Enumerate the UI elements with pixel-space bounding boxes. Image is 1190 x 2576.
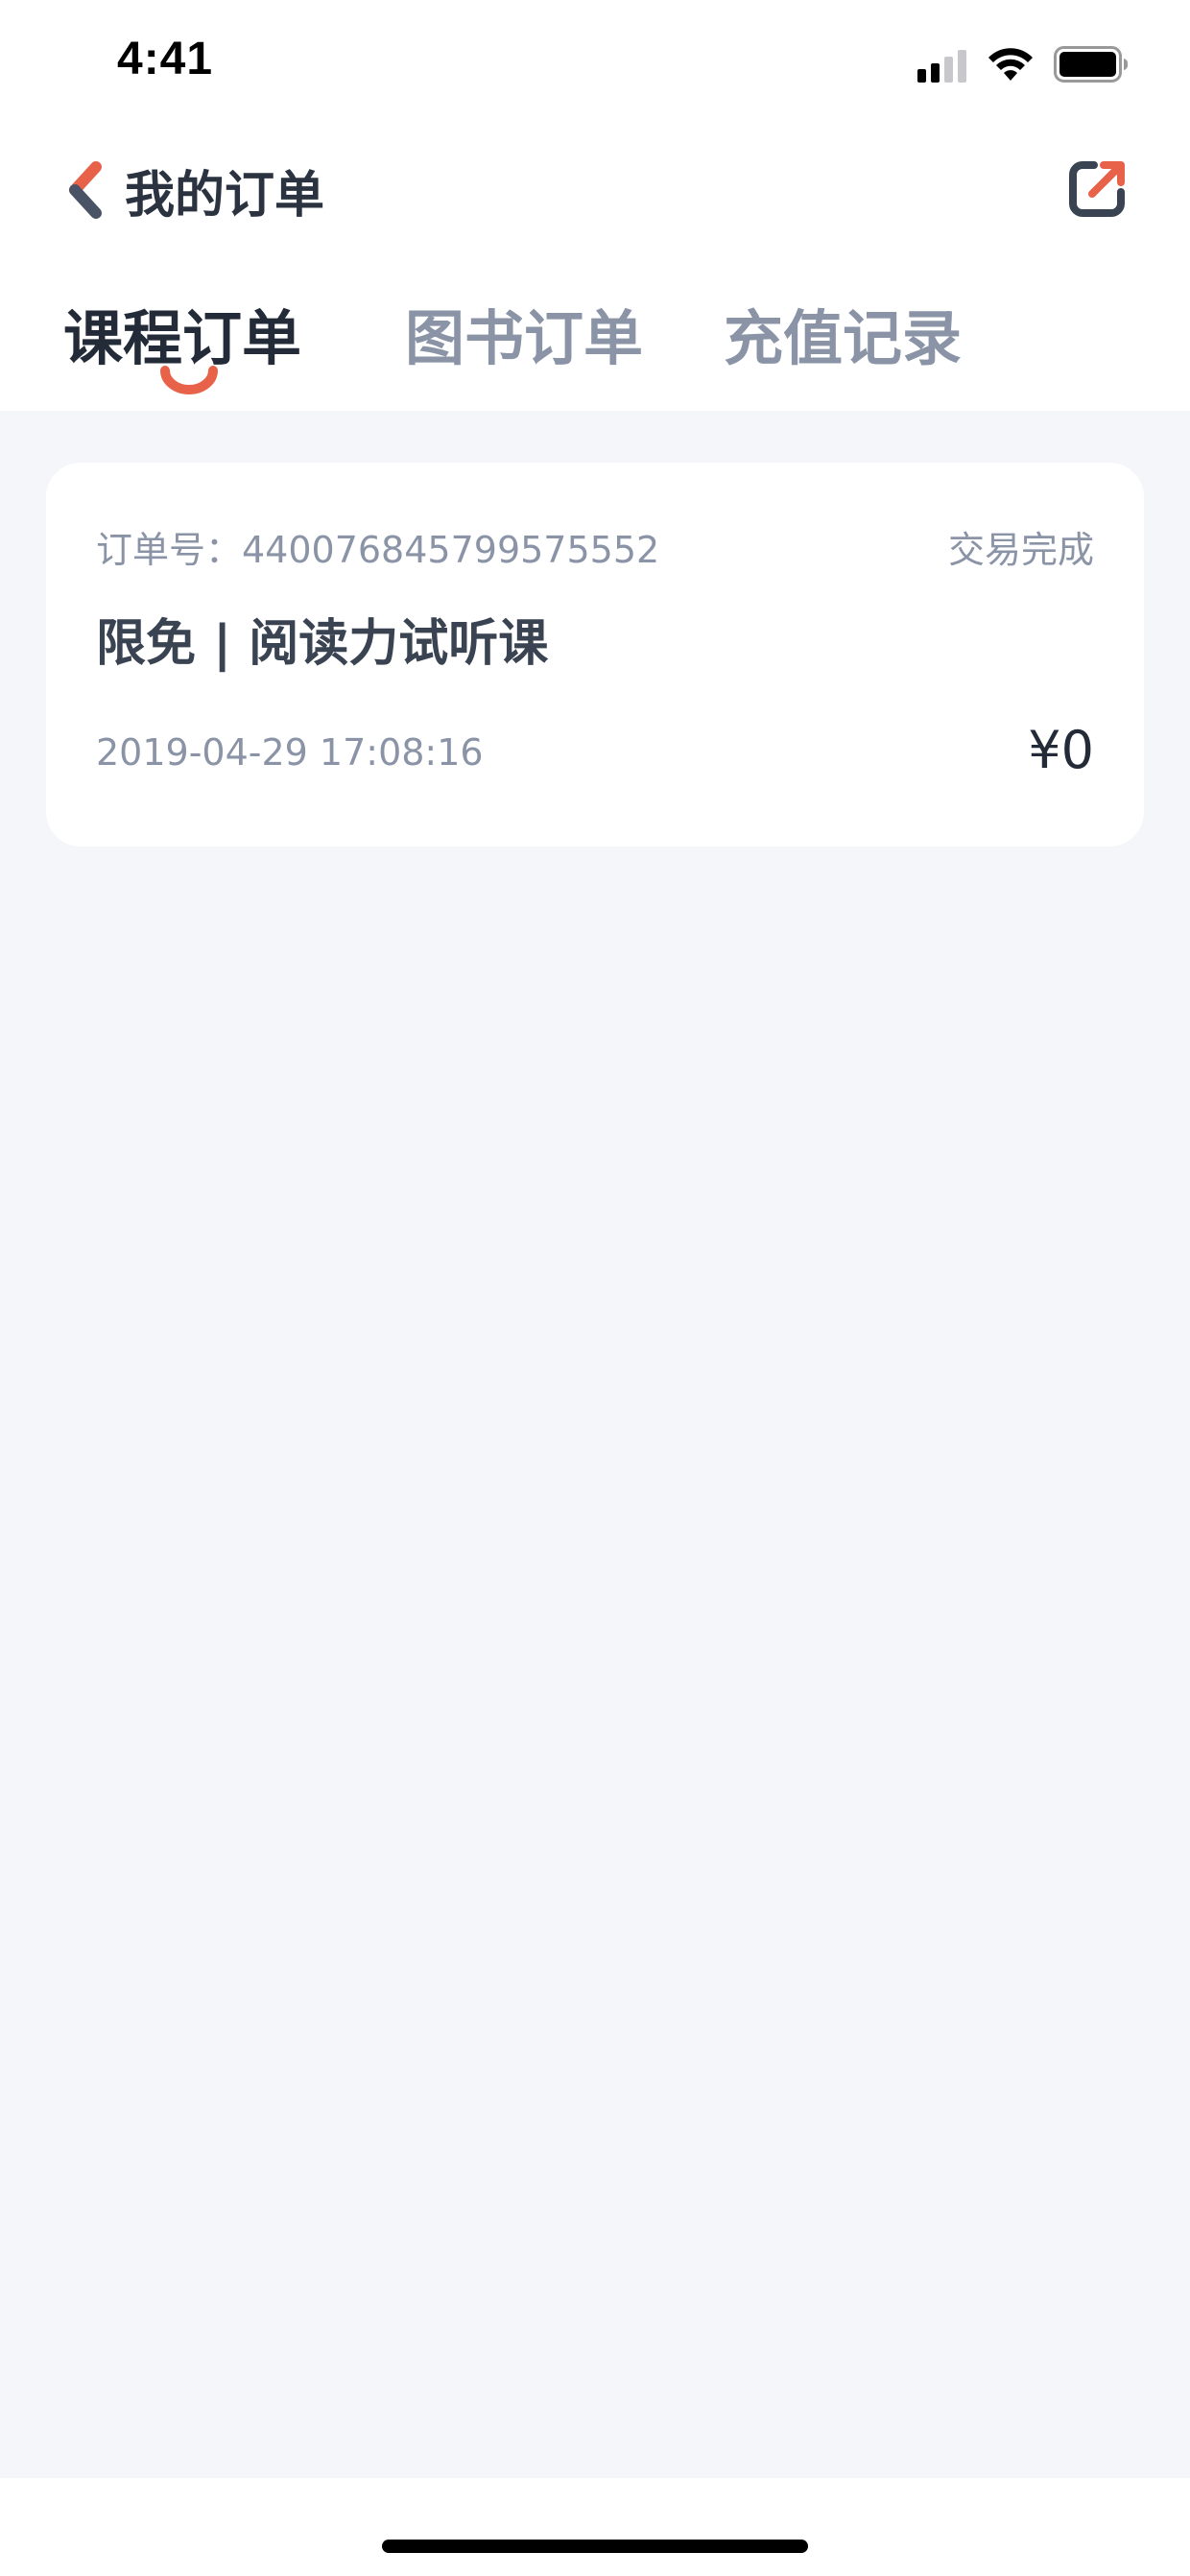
status-time: 4:41 bbox=[117, 34, 214, 84]
home-indicator[interactable] bbox=[382, 2540, 808, 2553]
active-tab-indicator bbox=[160, 366, 218, 394]
page-title: 我的订单 bbox=[125, 166, 325, 225]
order-title: 限免 | 阅读力试听课 bbox=[96, 615, 549, 673]
battery-icon bbox=[1054, 46, 1129, 83]
order-time: 2019-04-29 17:08:16 bbox=[96, 731, 484, 774]
wifi-icon bbox=[988, 48, 1033, 81]
tab-course-orders[interactable]: 课程订单 bbox=[63, 290, 301, 376]
navigation-bar: 我的订单 bbox=[0, 131, 1190, 250]
tab-book-orders[interactable]: 图书订单 bbox=[405, 290, 643, 376]
bottom-safe-area bbox=[0, 2478, 1190, 2576]
chevron-left-icon bbox=[69, 161, 102, 219]
share-button[interactable] bbox=[1065, 157, 1129, 221]
order-tabs: 课程订单 图书订单 充值记录 bbox=[0, 250, 1190, 411]
status-bar: 4:41 bbox=[0, 0, 1190, 131]
order-card[interactable]: 订单号：440076845799575552 交易完成 限免 | 阅读力试听课 … bbox=[46, 463, 1144, 847]
tab-recharge-records[interactable]: 充值记录 bbox=[724, 290, 962, 376]
back-button[interactable]: 我的订单 bbox=[63, 154, 324, 227]
share-external-icon bbox=[1069, 161, 1125, 217]
order-price: ¥0 bbox=[1028, 720, 1094, 780]
order-number: 订单号：440076845799575552 bbox=[96, 529, 660, 571]
cellular-signal-icon bbox=[917, 50, 966, 83]
order-status: 交易完成 bbox=[947, 529, 1094, 571]
